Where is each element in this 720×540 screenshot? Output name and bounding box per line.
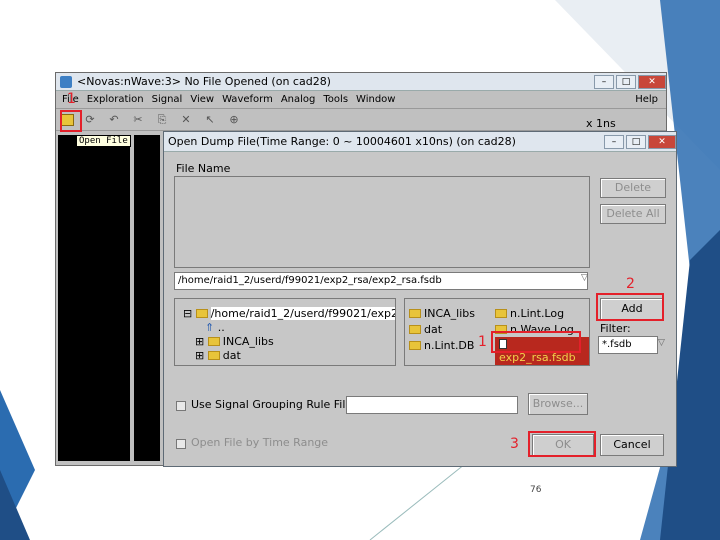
cancel-button[interactable]: Cancel: [600, 434, 664, 456]
minimize-icon[interactable]: –: [604, 134, 624, 149]
path-dropdown-icon[interactable]: ▽: [581, 273, 591, 289]
dialog-titlebar: Open Dump File(Time Range: 0 ~ 10004601 …: [164, 132, 676, 152]
open-by-time-checkbox[interactable]: [176, 439, 186, 449]
highlight-open-file: [60, 110, 82, 132]
path-field[interactable]: /home/raid1_2/userd/f99021/exp2_rsa/exp2…: [174, 272, 588, 290]
annotation-number: 3: [510, 436, 519, 452]
main-window-title: <Novas:nWave:3> No File Opened (on cad28…: [77, 75, 331, 88]
annotation-number: 2: [626, 276, 635, 292]
reload-icon[interactable]: ⟳: [82, 112, 98, 128]
tree-up-item[interactable]: ⇑ ..: [205, 321, 225, 334]
highlight-add-button: [596, 293, 664, 321]
menu-window[interactable]: Window: [356, 94, 395, 105]
tree-root-path: /home/raid1_2/userd/f99021/exp2_rsa: [210, 307, 395, 320]
open-by-time-label: Open File by Time Range: [191, 436, 329, 449]
delete-all-button[interactable]: Delete All: [600, 204, 666, 224]
directory-tree[interactable]: ⊟ /home/raid1_2/userd/f99021/exp2_rsa ⇑ …: [174, 298, 396, 366]
menu-view[interactable]: View: [190, 94, 214, 105]
zoom-label: x 1ns: [586, 117, 616, 130]
pointer-icon[interactable]: ↖: [202, 112, 218, 128]
signal-pane[interactable]: [58, 135, 130, 461]
filter-label: Filter:: [600, 322, 631, 335]
tree-up-label: ..: [217, 321, 225, 334]
menu-exploration[interactable]: Exploration: [87, 94, 144, 105]
annotation-number: 1: [478, 334, 487, 350]
annotation-number: 1: [67, 91, 76, 107]
filter-dropdown-icon[interactable]: ▽: [658, 338, 668, 348]
file-item-label: INCA_libs: [424, 307, 476, 320]
main-menubar: File Exploration Signal View Waveform An…: [56, 91, 666, 109]
undo-icon[interactable]: ↶: [106, 112, 122, 128]
file-item[interactable]: n.Lint.DB: [409, 339, 474, 352]
close-icon[interactable]: ✕: [638, 74, 666, 89]
file-item-label: dat: [424, 323, 443, 336]
copy-icon[interactable]: ⎘: [154, 112, 170, 128]
tree-item-dat[interactable]: ⊞ dat: [195, 349, 241, 362]
delete-icon[interactable]: ✕: [178, 112, 194, 128]
file-item-label: n.Lint.DB: [424, 339, 475, 352]
cut-icon[interactable]: ✂: [130, 112, 146, 128]
delete-button[interactable]: Delete: [600, 178, 666, 198]
tree-root-item[interactable]: ⊟ /home/raid1_2/userd/f99021/exp2_rsa: [183, 307, 395, 320]
file-item[interactable]: dat: [409, 323, 442, 336]
file-item[interactable]: n.Lint.Log: [495, 307, 564, 320]
menu-waveform[interactable]: Waveform: [222, 94, 273, 105]
tree-item-label: INCA_libs: [222, 335, 274, 348]
tree-item-inca-libs[interactable]: ⊞ INCA_libs: [195, 335, 274, 348]
browse-button[interactable]: Browse...: [528, 393, 588, 415]
maximize-icon[interactable]: □: [626, 134, 646, 149]
main-toolbar: ⟳ ↶ ✂ ⎘ ✕ ↖ ⊕ x 1ns: [56, 109, 666, 131]
menu-signal[interactable]: Signal: [152, 94, 183, 105]
menu-help[interactable]: Help: [635, 94, 658, 105]
file-item-label: n.Lint.Log: [510, 307, 565, 320]
open-file-tooltip: Open File: [76, 135, 131, 147]
zoom-icon[interactable]: ⊕: [226, 112, 242, 128]
use-grouping-label: Use Signal Grouping Rule File:: [191, 398, 356, 411]
main-titlebar: <Novas:nWave:3> No File Opened (on cad28…: [56, 73, 666, 91]
tree-item-label: dat: [222, 349, 241, 362]
app-icon: [60, 75, 72, 88]
use-grouping-checkbox[interactable]: [176, 401, 186, 411]
dialog-title: Open Dump File(Time Range: 0 ~ 10004601 …: [168, 135, 516, 148]
file-name-list[interactable]: [174, 176, 590, 268]
highlight-selected-file: [491, 331, 581, 353]
value-pane[interactable]: [134, 135, 160, 461]
minimize-icon[interactable]: –: [594, 74, 614, 89]
highlight-ok-button: [528, 431, 596, 457]
menu-tools[interactable]: Tools: [323, 94, 348, 105]
filter-field[interactable]: *.fsdb: [598, 336, 658, 354]
menu-analog[interactable]: Analog: [281, 94, 316, 105]
file-name-label: File Name: [176, 162, 231, 175]
slide-number: 76: [530, 485, 542, 495]
maximize-icon[interactable]: □: [616, 74, 636, 89]
close-icon[interactable]: ✕: [648, 134, 676, 149]
up-arrow-icon: ⇑: [205, 321, 215, 334]
grouping-file-field[interactable]: [346, 396, 518, 414]
file-item[interactable]: INCA_libs: [409, 307, 475, 320]
